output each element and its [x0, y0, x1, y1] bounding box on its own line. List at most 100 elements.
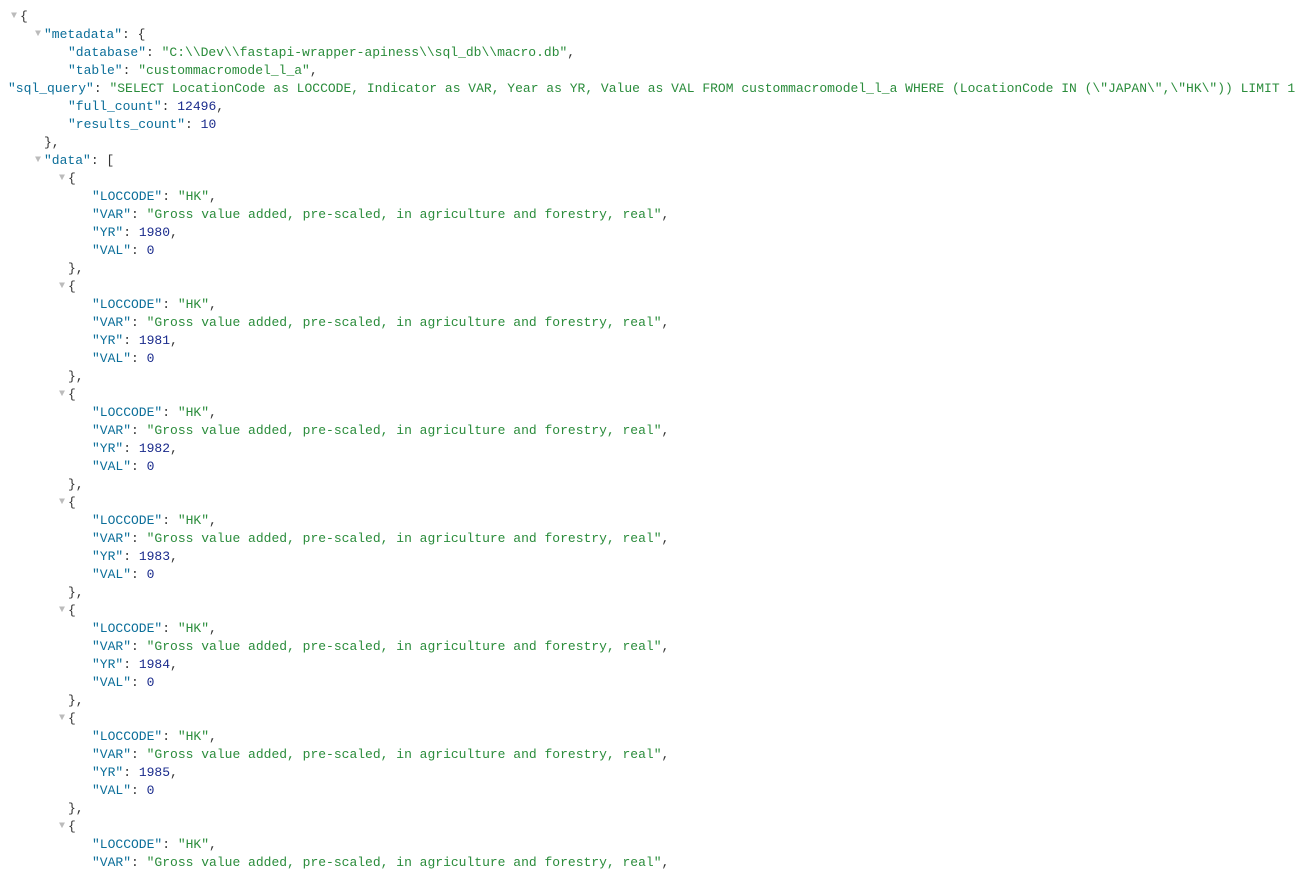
value-loccode: "HK" [178, 297, 209, 312]
json-line: { [68, 386, 76, 404]
value-val: 0 [147, 675, 155, 690]
json-line: "LOCCODE": "HK", [92, 728, 217, 746]
value-yr: 1980 [139, 225, 170, 240]
caret-down-icon[interactable] [56, 278, 68, 296]
json-line: }, [68, 584, 84, 602]
json-line: "LOCCODE": "HK", [92, 188, 217, 206]
json-line: { [68, 818, 76, 836]
value-val: 0 [147, 783, 155, 798]
key-val: "VAL" [92, 675, 131, 690]
json-line: }, [68, 476, 84, 494]
json-line: { [68, 170, 76, 188]
value-var: "Gross value added, pre-scaled, in agric… [147, 207, 662, 222]
json-line: }, [44, 134, 60, 152]
json-line: "full_count": 12496, [68, 98, 224, 116]
caret-down-icon[interactable] [56, 602, 68, 620]
value-var: "Gross value added, pre-scaled, in agric… [147, 315, 662, 330]
json-line: "VAL": 0 [92, 458, 154, 476]
json-line: "YR": 1982, [92, 440, 178, 458]
value-results-count: 10 [201, 117, 217, 132]
key-loccode: "LOCCODE" [92, 621, 162, 636]
value-table: "custommacromodel_l_a" [138, 63, 310, 78]
json-line: { [68, 494, 76, 512]
value-loccode: "HK" [178, 621, 209, 636]
json-line: "VAR": "Gross value added, pre-scaled, i… [92, 638, 669, 656]
json-tree: { "metadata": {"database": "C:\\Dev\\fast… [8, 8, 1287, 872]
json-line: "LOCCODE": "HK", [92, 404, 217, 422]
caret-down-icon[interactable] [32, 152, 44, 170]
value-var: "Gross value added, pre-scaled, in agric… [147, 531, 662, 546]
json-line: "YR": 1983, [92, 548, 178, 566]
json-line: "results_count": 10 [68, 116, 216, 134]
value-yr: 1981 [139, 333, 170, 348]
key-yr: "YR" [92, 549, 123, 564]
json-line: { [20, 8, 28, 26]
json-line: "table": "custommacromodel_l_a", [68, 62, 318, 80]
value-val: 0 [147, 459, 155, 474]
caret-down-icon[interactable] [56, 710, 68, 728]
json-line: "sql_query": "SELECT LocationCode as LOC… [8, 80, 1295, 98]
caret-down-icon[interactable] [32, 26, 44, 44]
key-loccode: "LOCCODE" [92, 729, 162, 744]
value-yr: 1984 [139, 657, 170, 672]
json-line: "database": "C:\\Dev\\fastapi-wrapper-ap… [68, 44, 575, 62]
key-var: "VAR" [92, 531, 131, 546]
key-yr: "YR" [92, 225, 123, 240]
json-line: "VAR": "Gross value added, pre-scaled, i… [92, 530, 669, 548]
value-loccode: "HK" [178, 729, 209, 744]
key-var: "VAR" [92, 855, 131, 870]
json-line: "VAL": 0 [92, 350, 154, 368]
json-line: "LOCCODE": "HK", [92, 512, 217, 530]
value-sql-query: "SELECT LocationCode as LOCCODE, Indicat… [109, 81, 1295, 96]
json-line: "LOCCODE": "HK", [92, 836, 217, 854]
json-line: "VAR": "Gross value added, pre-scaled, i… [92, 746, 669, 764]
json-line: }, [68, 800, 84, 818]
key-loccode: "LOCCODE" [92, 837, 162, 852]
key-loccode: "LOCCODE" [92, 189, 162, 204]
json-line: "VAR": "Gross value added, pre-scaled, i… [92, 206, 669, 224]
json-line: "VAL": 0 [92, 674, 154, 692]
caret-down-icon[interactable] [56, 170, 68, 188]
key-var: "VAR" [92, 747, 131, 762]
value-database: "C:\\Dev\\fastapi-wrapper-apiness\\sql_d… [162, 45, 568, 60]
value-val: 0 [147, 567, 155, 582]
key-val: "VAL" [92, 351, 131, 366]
json-line: "YR": 1984, [92, 656, 178, 674]
key-sql-query: "sql_query" [8, 81, 94, 96]
key-database: "database" [68, 45, 146, 60]
caret-down-icon[interactable] [8, 8, 20, 26]
key-var: "VAR" [92, 423, 131, 438]
value-full-count: 12496 [177, 99, 216, 114]
json-line: "VAR": "Gross value added, pre-scaled, i… [92, 422, 669, 440]
value-var: "Gross value added, pre-scaled, in agric… [147, 747, 662, 762]
json-line: { [68, 710, 76, 728]
key-loccode: "LOCCODE" [92, 297, 162, 312]
key-data: "data" [44, 153, 91, 168]
json-line: "LOCCODE": "HK", [92, 296, 217, 314]
caret-down-icon[interactable] [56, 494, 68, 512]
value-var: "Gross value added, pre-scaled, in agric… [147, 639, 662, 654]
key-table: "table" [68, 63, 123, 78]
key-metadata: "metadata" [44, 27, 122, 42]
value-loccode: "HK" [178, 837, 209, 852]
key-loccode: "LOCCODE" [92, 405, 162, 420]
key-val: "VAL" [92, 243, 131, 258]
key-var: "VAR" [92, 315, 131, 330]
key-var: "VAR" [92, 207, 131, 222]
key-yr: "YR" [92, 333, 123, 348]
value-val: 0 [147, 243, 155, 258]
json-line: }, [68, 368, 84, 386]
json-line: "VAR": "Gross value added, pre-scaled, i… [92, 854, 669, 872]
json-line: "data": [ [44, 152, 114, 170]
caret-down-icon[interactable] [56, 386, 68, 404]
value-var: "Gross value added, pre-scaled, in agric… [147, 423, 662, 438]
json-line: "YR": 1985, [92, 764, 178, 782]
json-line: { [68, 602, 76, 620]
value-yr: 1982 [139, 441, 170, 456]
value-yr: 1983 [139, 549, 170, 564]
value-loccode: "HK" [178, 513, 209, 528]
caret-down-icon[interactable] [56, 818, 68, 836]
json-line: "YR": 1981, [92, 332, 178, 350]
json-line: "metadata": { [44, 26, 145, 44]
key-var: "VAR" [92, 639, 131, 654]
